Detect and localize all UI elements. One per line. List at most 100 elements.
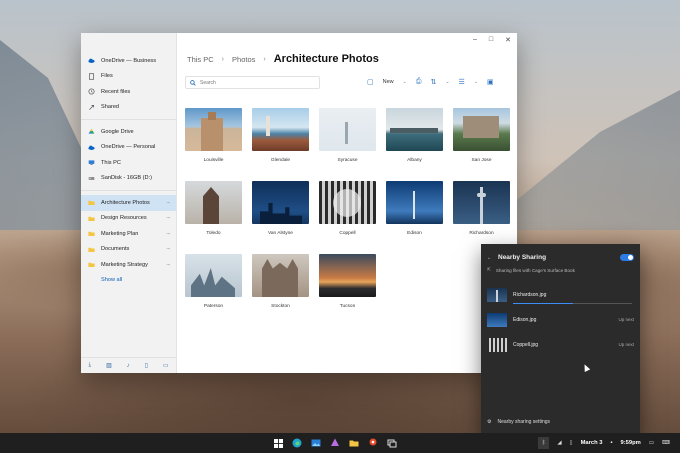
sidebar-item-documents[interactable]: Documents ⊸	[81, 242, 176, 258]
file-name: Edison	[407, 231, 422, 236]
sidebar-item-onedrive-business[interactable]: OneDrive — Business	[81, 53, 176, 69]
breadcrumb: This PC › Photos › Architecture Photos	[187, 53, 379, 65]
sharing-subtitle-text: Sharing files with Cage's Surface Book	[495, 267, 575, 273]
image-icon[interactable]: ▨	[106, 362, 112, 369]
pin-icon[interactable]: ⊸	[166, 231, 170, 237]
sidebar-item-shared[interactable]: Shared	[81, 100, 176, 116]
file-tile-louisville[interactable]: Louisville	[185, 108, 242, 181]
file-tile-glendale[interactable]: Glendale	[252, 108, 309, 181]
nearby-sharing-toggle[interactable]	[620, 254, 634, 261]
sidebar-item-design-resources[interactable]: Design Resources ⊸	[81, 211, 176, 227]
page-title: Architecture Photos	[273, 53, 379, 65]
share-icon	[89, 104, 94, 110]
chevron-down-icon[interactable]: ⌄	[445, 79, 449, 85]
file-tile-albany[interactable]: Albany	[386, 108, 443, 181]
wifi-icon[interactable]: ◢	[557, 440, 561, 446]
file-tile-edison[interactable]: Edison	[386, 181, 443, 254]
transfer-file-name: Edison.jpg	[513, 316, 537, 323]
breadcrumb-photos[interactable]: Photos	[232, 55, 255, 64]
sidebar-item-label: Documents	[101, 246, 130, 253]
file-explorer-icon[interactable]	[348, 437, 360, 449]
view-list-icon[interactable]: ☰	[459, 78, 465, 86]
file-tile-stockton[interactable]: Stockton	[252, 254, 309, 327]
edge-browser-icon[interactable]	[291, 437, 303, 449]
sidebar-item-files[interactable]: Files	[81, 69, 176, 85]
transfer-row-edison[interactable]: Edison.jpg Up next	[481, 307, 640, 332]
main-pane: – □ ✕ This PC › Photos › Architecture Ph…	[177, 33, 517, 373]
task-view-icon[interactable]	[386, 437, 398, 449]
close-icon[interactable]: ✕	[505, 36, 511, 44]
sidebar-item-marketing-strategy[interactable]: Marketing Strategy ⊸	[81, 257, 176, 273]
folder-icon	[88, 247, 95, 252]
time-label[interactable]: 9:59pm	[621, 440, 641, 446]
sharing-subtitle: ⇱ Sharing files with Cage's Surface Book	[481, 261, 640, 273]
pin-icon[interactable]: ⊸	[166, 246, 170, 252]
sidebar-item-label: SanDisk - 16GB (D:)	[101, 175, 152, 182]
paint-app-icon[interactable]	[329, 437, 341, 449]
sidebar-item-sandisk[interactable]: SanDisk - 16GB (D:)	[81, 171, 176, 187]
transfer-progress-fill	[513, 302, 573, 304]
start-windows-icon[interactable]	[272, 437, 284, 449]
sidebar-item-label: Google Drive	[101, 128, 134, 135]
photo-thumbnail	[319, 181, 376, 224]
sort-icon[interactable]: ⇅	[430, 78, 436, 86]
music-icon[interactable]: ♪	[127, 363, 130, 369]
file-tile-toledo[interactable]: Toledo	[185, 181, 242, 254]
pin-icon[interactable]: ⊸	[166, 215, 170, 221]
photo-thumbnail	[185, 108, 242, 151]
file-tile-syracuse[interactable]: Syracuse	[319, 108, 376, 181]
file-icon	[89, 73, 94, 80]
battery-icon[interactable]: ▯	[570, 440, 573, 446]
transfer-status: Up next	[618, 317, 634, 322]
download-icon[interactable]: ⤓	[88, 362, 91, 369]
sidebar-item-label: Architecture Photos	[101, 199, 150, 206]
pin-icon[interactable]: ⊸	[166, 262, 170, 268]
transfer-progress-bar	[513, 302, 632, 304]
file-tile-san-jose[interactable]: San Jose	[453, 108, 510, 181]
breadcrumb-this-pc[interactable]: This PC	[187, 55, 214, 64]
notification-center-icon[interactable]: ▭	[649, 440, 654, 446]
back-arrow-icon[interactable]: ←	[487, 255, 492, 261]
new-button[interactable]: New	[383, 79, 394, 85]
file-tile-tucson[interactable]: Tucson	[319, 254, 376, 327]
sidebar-divider	[81, 190, 176, 191]
chevron-down-icon[interactable]: ⌄	[403, 79, 407, 85]
search-placeholder: Search	[200, 79, 216, 86]
pin-icon[interactable]: ⊸	[166, 200, 170, 206]
sidebar-item-google-drive[interactable]: Google Drive	[81, 124, 176, 140]
show-all-link[interactable]: Show all	[81, 273, 176, 288]
video-icon[interactable]: ▭	[163, 362, 169, 369]
bluetooth-icon[interactable]: ᛒ	[538, 437, 550, 449]
sidebar-item-label: OneDrive — Personal	[101, 144, 156, 151]
google-drive-icon	[88, 128, 95, 134]
nearby-sharing-settings-link[interactable]: ⚙ Nearby sharing settings	[487, 419, 550, 425]
sidebar-item-architecture-photos[interactable]: Architecture Photos ⊸	[81, 195, 176, 211]
transfer-row-richardson[interactable]: Richardson.jpg	[481, 282, 640, 307]
search-input[interactable]: Search	[185, 76, 320, 89]
sidebar-item-label: Recent files	[101, 88, 131, 95]
date-label[interactable]: March 3	[581, 440, 603, 446]
photos-app-icon[interactable]	[310, 437, 322, 449]
document-icon[interactable]: ▯	[145, 362, 148, 369]
transfer-row-coppell[interactable]: Coppell.jpg Up next	[481, 332, 640, 357]
window-controls: – □ ✕	[473, 36, 511, 44]
file-name: Paterson	[203, 304, 224, 309]
file-tile-coppell[interactable]: Coppell	[319, 181, 376, 254]
chevron-down-icon[interactable]: ⌄	[474, 79, 478, 85]
file-tile-paterson[interactable]: Paterson	[185, 254, 242, 327]
photo-thumbnail	[252, 181, 309, 224]
search-icon	[190, 79, 196, 86]
details-pane-icon[interactable]: ▣	[487, 78, 494, 86]
share-toolbar-icon[interactable]: ⎙	[416, 78, 422, 86]
keyboard-icon[interactable]: ⌨	[662, 440, 670, 446]
sidebar-item-recent-files[interactable]: Recent files	[81, 84, 176, 100]
sidebar-item-this-pc[interactable]: This PC	[81, 155, 176, 171]
maps-app-icon[interactable]	[367, 437, 379, 449]
maximize-icon[interactable]: □	[489, 36, 493, 44]
file-tile-van-alstyne[interactable]: Van Alstyne	[252, 181, 309, 254]
minimize-icon[interactable]: –	[473, 36, 477, 44]
sidebar-item-onedrive-personal[interactable]: OneDrive — Personal	[81, 140, 176, 156]
sidebar-quick-access-bar: ⤓ ▨ ♪ ▯ ▭	[81, 357, 176, 373]
usb-drive-icon	[88, 176, 95, 180]
sidebar-item-marketing-plan[interactable]: Marketing Plan ⊸	[81, 226, 176, 242]
